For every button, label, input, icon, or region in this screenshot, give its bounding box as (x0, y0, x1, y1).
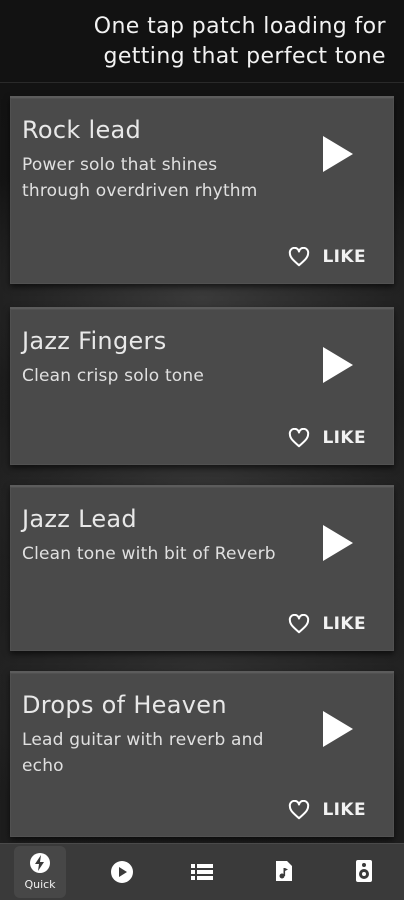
patch-card-jazz-lead[interactable]: Jazz Lead Clean tone with bit of Reverb … (10, 485, 394, 651)
like-label: LIKE (322, 247, 366, 267)
tab-list[interactable] (172, 844, 232, 900)
like-label: LIKE (322, 614, 366, 634)
tab-play[interactable] (92, 844, 152, 900)
like-label: LIKE (322, 428, 366, 448)
list-icon (191, 864, 213, 880)
play-icon[interactable] (320, 134, 356, 174)
play-icon[interactable] (320, 523, 356, 563)
heart-icon (289, 247, 310, 267)
tab-speaker[interactable] (334, 844, 394, 900)
heart-icon (289, 614, 310, 634)
patch-title: Rock lead (22, 116, 142, 144)
heart-icon (289, 800, 310, 820)
play-circle-icon (111, 861, 133, 883)
patch-card-drops-of-heaven[interactable]: Drops of Heaven Lead guitar with reverb … (10, 671, 394, 837)
tab-music-file[interactable] (254, 844, 314, 900)
like-button[interactable]: LIKE (288, 799, 366, 821)
app-header: One tap patch loading for getting that p… (0, 0, 404, 83)
page-title: One tap patch loading for getting that p… (93, 14, 386, 69)
heart-icon (289, 428, 310, 448)
tab-label: Quick (24, 878, 56, 891)
play-icon[interactable] (320, 709, 356, 749)
patch-description: Clean tone with bit of Reverb (22, 544, 276, 564)
play-icon[interactable] (320, 345, 356, 385)
patch-description: Power solo that shines through overdrive… (22, 155, 258, 201)
patch-card-jazz-fingers[interactable]: Jazz Fingers Clean crisp solo tone LIKE (10, 307, 394, 465)
like-button[interactable]: LIKE (288, 427, 366, 449)
like-button[interactable]: LIKE (288, 613, 366, 635)
patch-title: Jazz Fingers (22, 327, 167, 355)
like-button[interactable]: LIKE (288, 246, 366, 268)
like-label: LIKE (322, 800, 366, 820)
patch-card-rock-lead[interactable]: Rock lead Power solo that shines through… (10, 96, 394, 284)
patch-description: Clean crisp solo tone (22, 366, 205, 386)
patch-title: Drops of Heaven (22, 691, 227, 719)
lightning-icon (30, 853, 50, 873)
speaker-icon (356, 860, 372, 882)
music-file-icon (276, 861, 292, 881)
bottom-tab-bar: Quick (0, 843, 404, 900)
patch-title: Jazz Lead (22, 505, 137, 533)
patch-description: Lead guitar with reverb and echo (22, 730, 264, 776)
tab-quick[interactable]: Quick (10, 844, 70, 900)
